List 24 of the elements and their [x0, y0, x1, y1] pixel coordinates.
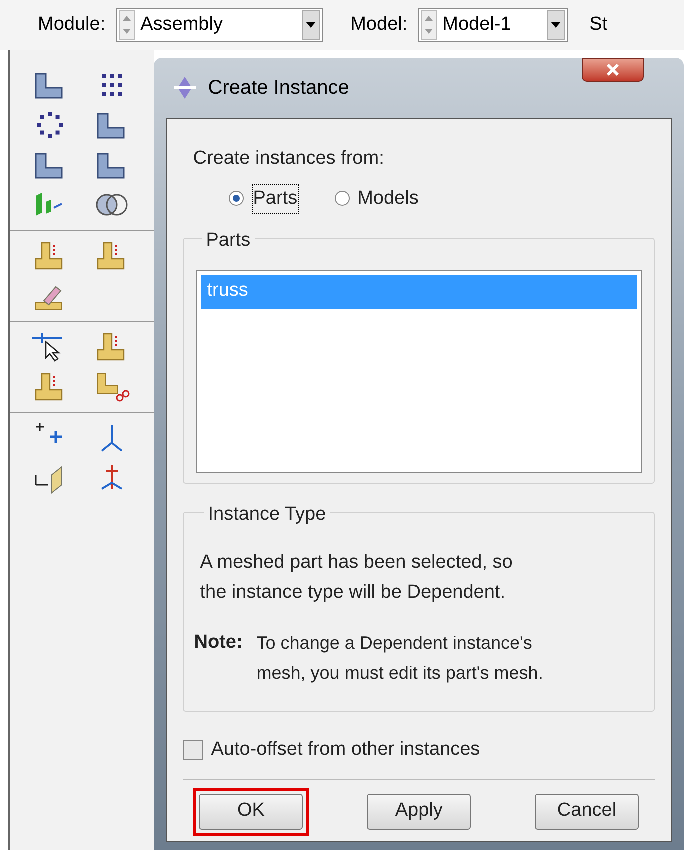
- toolbar-label: St: [590, 12, 608, 37]
- dialog-button[interactable]: Cancel: [535, 794, 639, 830]
- module-label: Module:: [38, 12, 106, 37]
- dialog-app-icon: [172, 75, 198, 101]
- dialog-title: Create Instance: [208, 76, 350, 101]
- model-label: Model:: [350, 12, 408, 37]
- source-label: Create instances from:: [193, 147, 386, 171]
- dropdown[interactable]: Model-1: [418, 8, 568, 42]
- dialog-button[interactable]: Apply: [367, 794, 472, 830]
- note-label: Note:: [194, 630, 243, 654]
- note-line: mesh, you must edit its part's mesh.: [256, 662, 544, 685]
- dropdown[interactable]: Assembly: [116, 8, 323, 42]
- message-line: the instance type will be Dependent.: [200, 580, 506, 604]
- close-icon: [606, 63, 620, 77]
- dialog-button[interactable]: OK: [199, 794, 304, 830]
- dropdown-value: Assembly: [140, 12, 224, 37]
- spinner-icon: [420, 10, 437, 40]
- note-line: To change a Dependent instance's: [256, 632, 534, 655]
- dropdown-value: Model-1: [442, 12, 512, 37]
- spinner-icon: [118, 10, 135, 40]
- radio-option[interactable]: Models: [334, 184, 419, 214]
- close-button[interactable]: [582, 58, 644, 82]
- auto-offset-checkbox[interactable]: Auto-offset from other instances: [183, 736, 655, 764]
- message-line: A meshed part has been selected, so: [200, 550, 514, 574]
